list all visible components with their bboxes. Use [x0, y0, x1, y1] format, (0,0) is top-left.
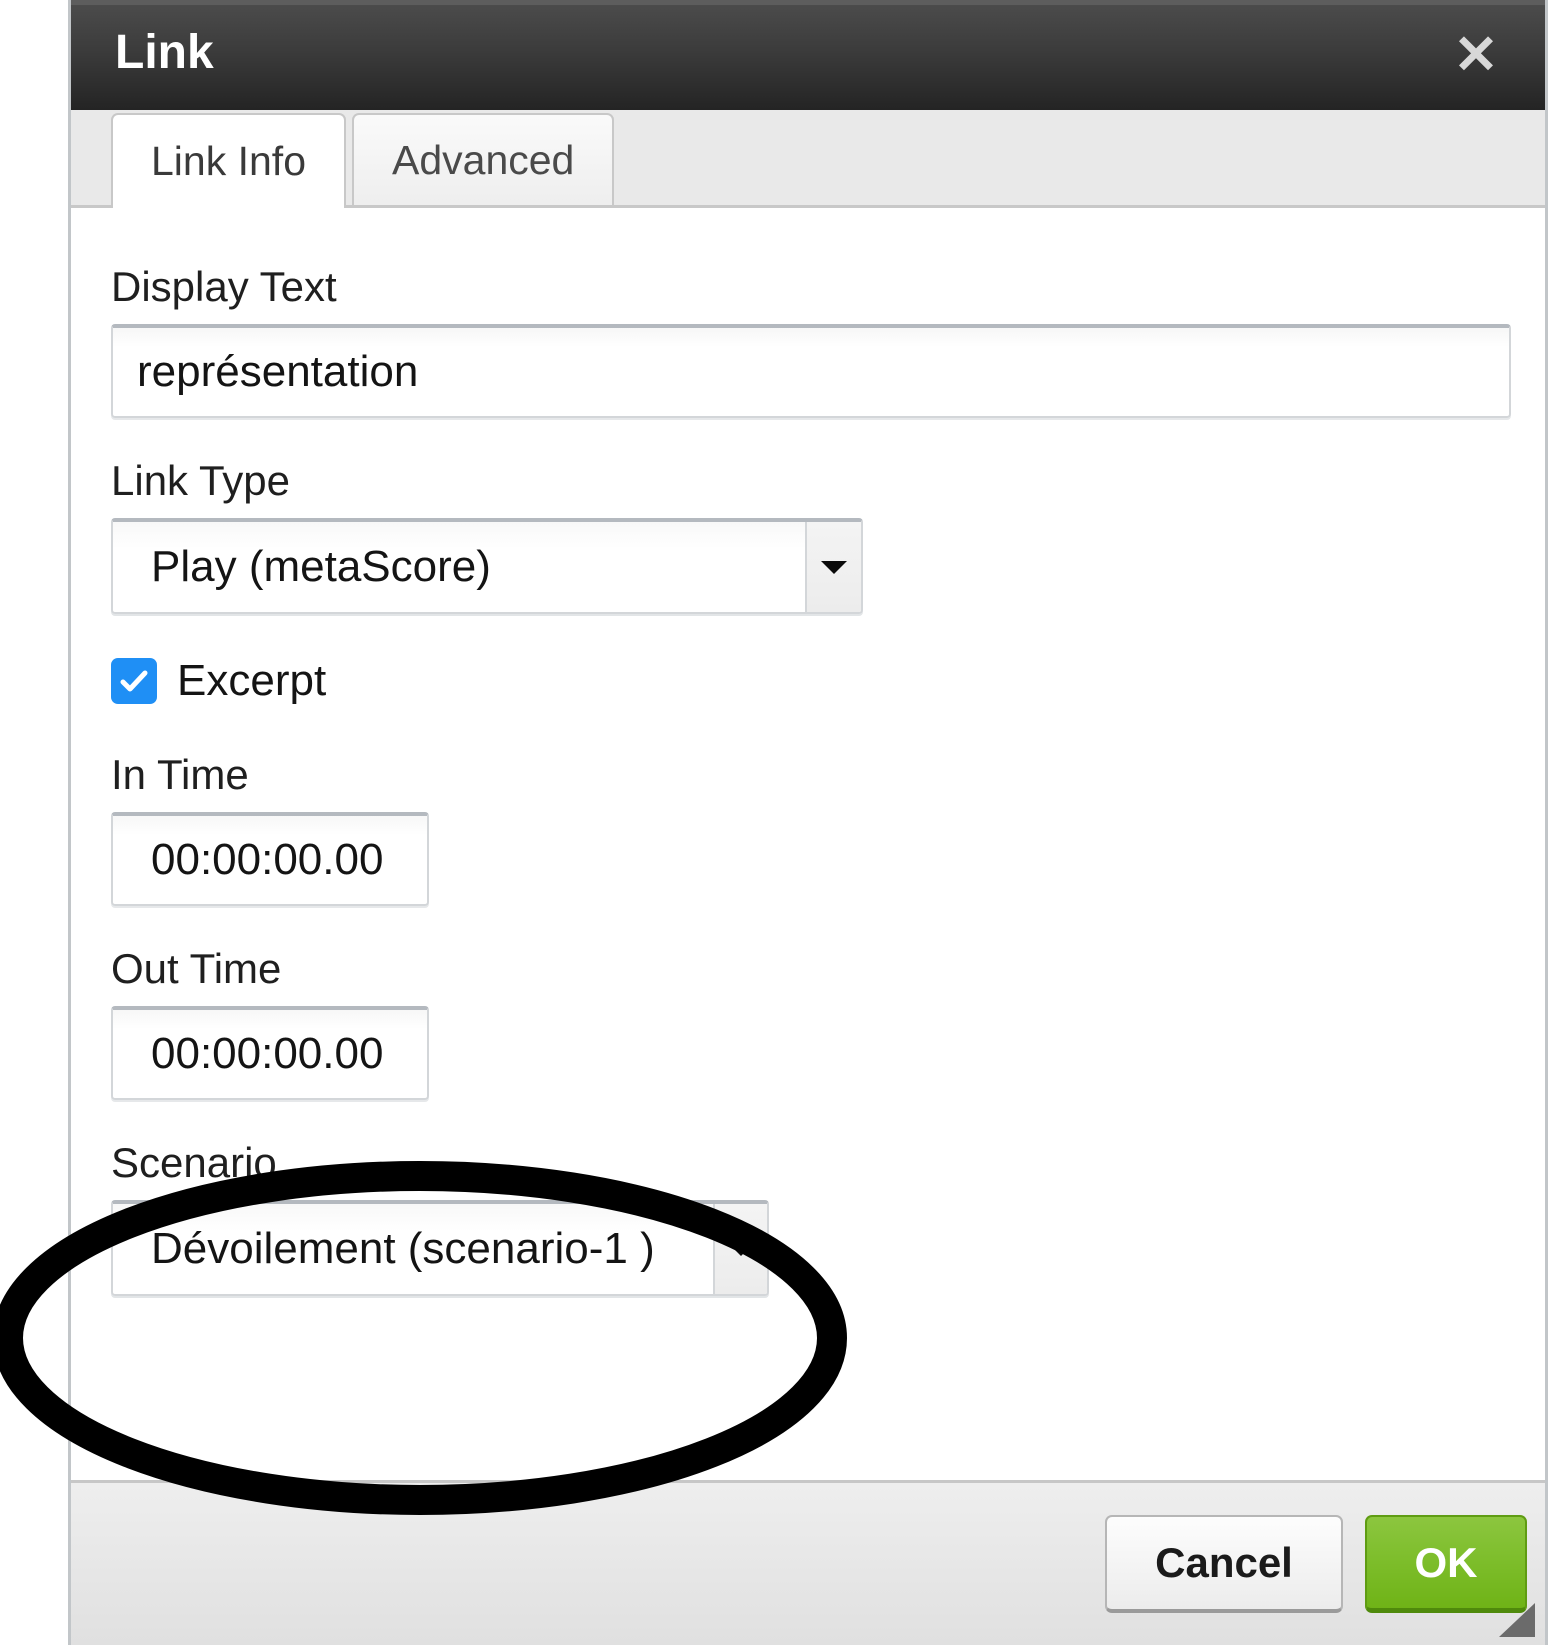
caret-shape [728, 1242, 754, 1256]
cancel-button[interactable]: Cancel [1105, 1515, 1343, 1613]
link-type-value: Play (metaScore) [151, 542, 491, 591]
in-time-input[interactable]: 00:00:00.00 [111, 812, 429, 906]
checkmark-icon [120, 670, 148, 692]
scenario-field-group: Scenario Dévoilement (scenario-1 ) [111, 1142, 1505, 1296]
dialog-footer: Cancel OK [71, 1480, 1545, 1645]
link-type-select[interactable]: Play (metaScore) [111, 518, 863, 614]
display-text-label: Display Text [111, 263, 337, 310]
dialog-body: Display Text représentation Link Type Pl… [71, 208, 1545, 1480]
caret-shape [821, 560, 847, 574]
out-time-input[interactable]: 00:00:00.00 [111, 1006, 429, 1100]
display-text-input[interactable]: représentation [111, 324, 1511, 418]
in-time-field-group: In Time 00:00:00.00 [111, 754, 1505, 906]
close-icon[interactable]: ✕ [1447, 27, 1505, 85]
display-text-field-group: Display Text représentation [111, 263, 1511, 418]
scenario-label: Scenario [111, 1139, 277, 1186]
scenario-select[interactable]: Dévoilement (scenario-1 ) [111, 1200, 769, 1296]
link-dialog: Link ✕ Link Info Advanced Display Text r… [68, 0, 1548, 1645]
tab-link-info-label: Link Info [151, 138, 306, 184]
excerpt-label: Excerpt [177, 656, 327, 705]
dialog-titlebar: Link ✕ [71, 0, 1545, 110]
out-time-field-group: Out Time 00:00:00.00 [111, 948, 1505, 1100]
tab-link-info[interactable]: Link Info [111, 113, 346, 208]
chevron-down-icon[interactable] [713, 1204, 767, 1294]
link-type-field-group: Link Type Play (metaScore) [111, 460, 1505, 614]
scenario-value: Dévoilement (scenario-1 ) [151, 1224, 655, 1273]
chevron-down-icon[interactable] [805, 522, 861, 612]
tab-advanced[interactable]: Advanced [352, 113, 615, 205]
excerpt-checkbox[interactable] [111, 658, 157, 704]
out-time-label: Out Time [111, 945, 282, 992]
tab-advanced-label: Advanced [392, 136, 575, 183]
dialog-title: Link [115, 26, 214, 79]
excerpt-field-group: Excerpt [111, 656, 1505, 706]
in-time-label: In Time [111, 751, 249, 798]
link-type-label: Link Type [111, 457, 291, 504]
tab-strip: Link Info Advanced [71, 110, 1545, 208]
resize-grip-icon[interactable] [1493, 1597, 1537, 1641]
